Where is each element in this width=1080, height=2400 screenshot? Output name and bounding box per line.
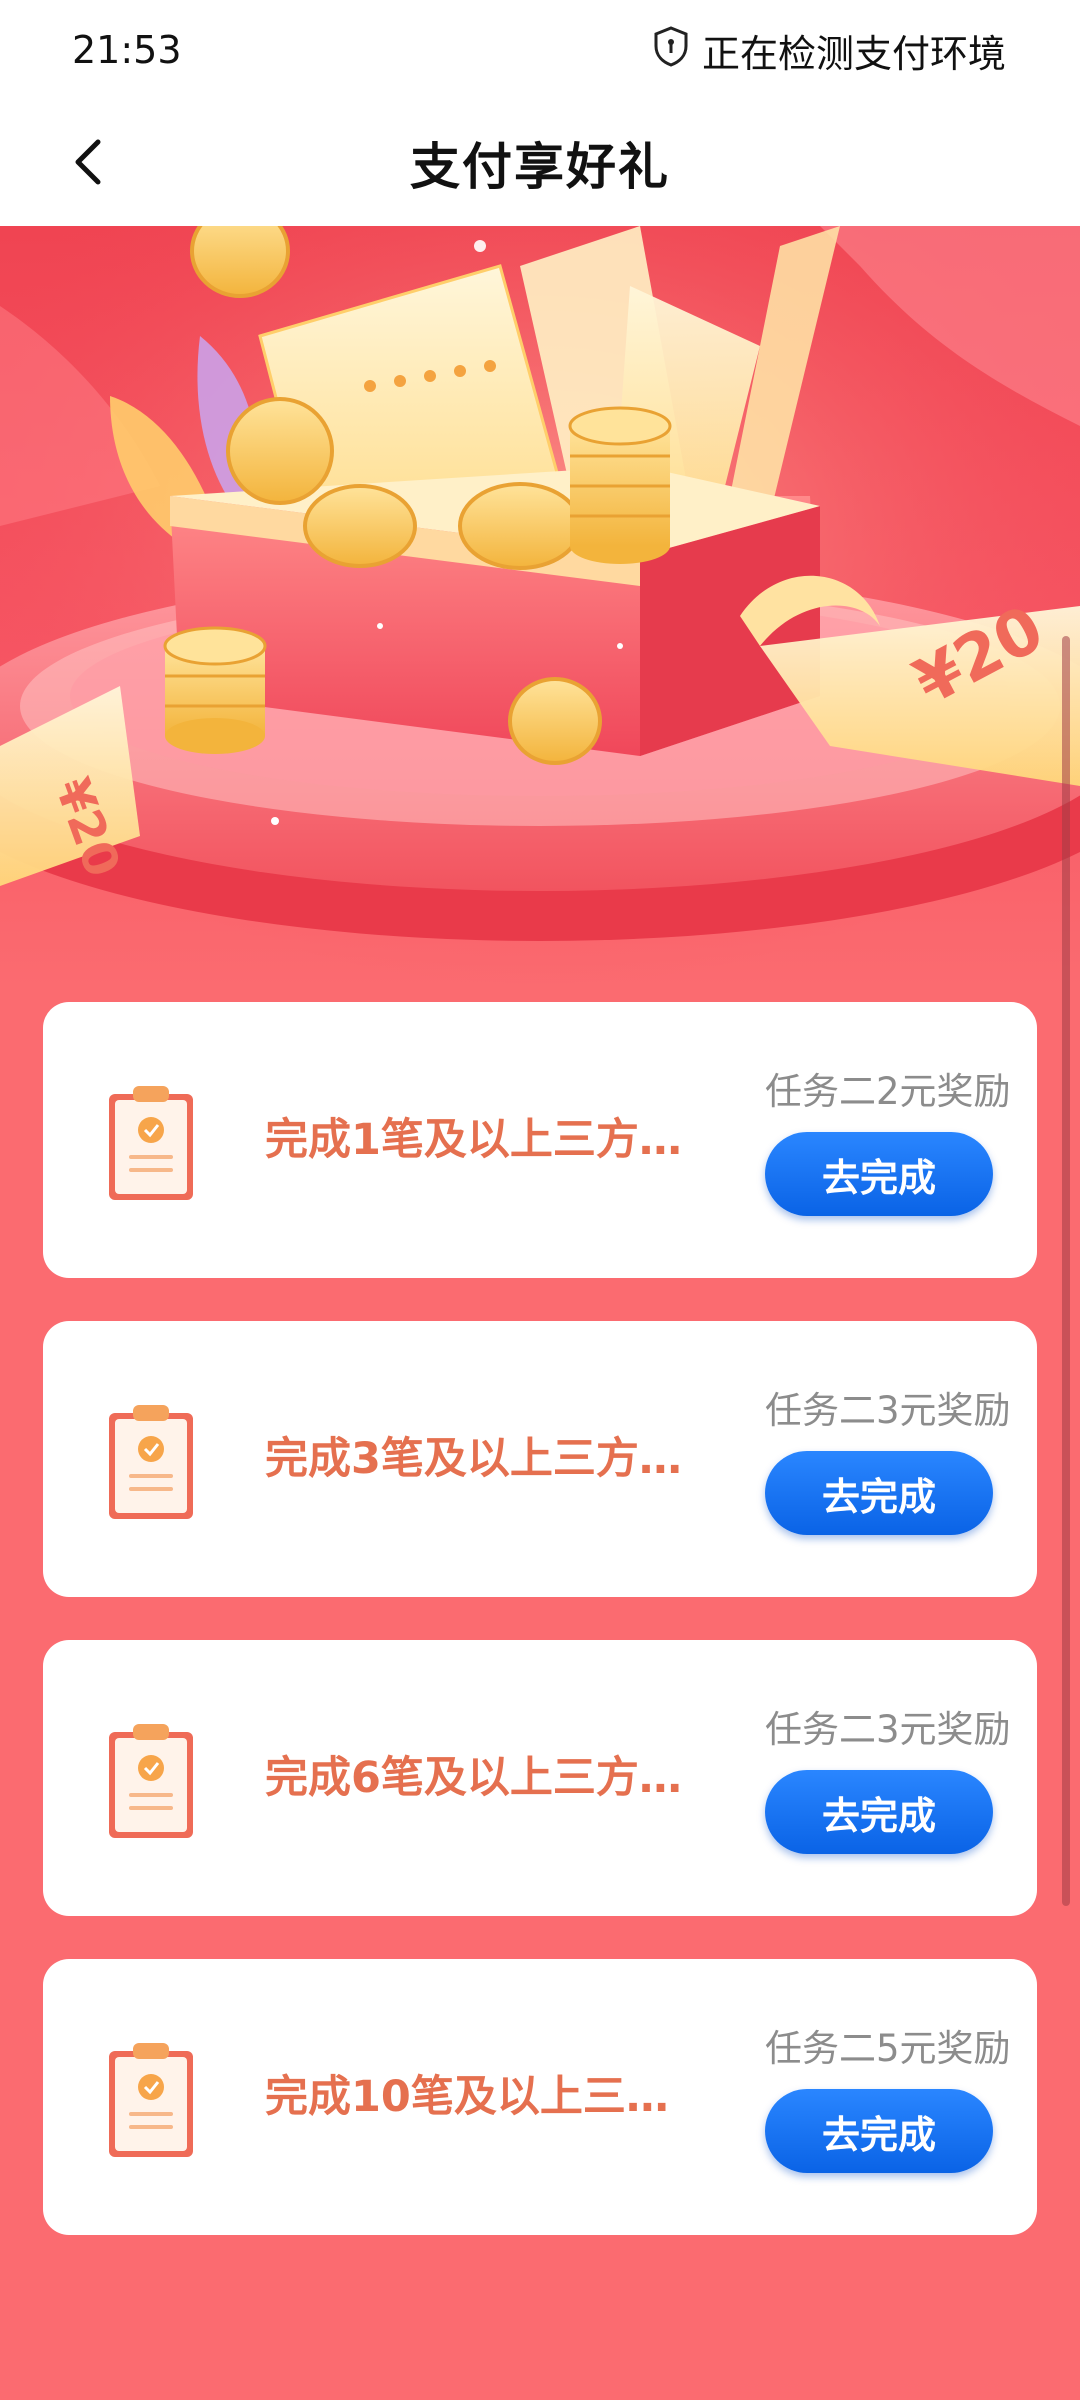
- page-title: 支付享好礼: [410, 138, 670, 196]
- go-complete-button[interactable]: 去完成: [765, 2089, 993, 2173]
- clipboard-check-icon: [103, 1399, 199, 1523]
- clipboard-check-icon: [103, 1718, 199, 1842]
- shield-icon: [652, 25, 690, 76]
- gift-box-illustration: ¥20 ¥20: [0, 226, 1080, 986]
- task-card: 完成10笔及以上三方支付 任务二5元奖励 去完成: [43, 1959, 1037, 2235]
- task-reward: 任务二3元奖励: [765, 1708, 1011, 1751]
- task-title: 完成10笔及以上三方支付: [265, 2072, 707, 2122]
- task-card: 完成3笔及以上三方支付 任务二3元奖励 去完成: [43, 1321, 1037, 1597]
- task-card: 完成6笔及以上三方支付 任务二3元奖励 去完成: [43, 1640, 1037, 1916]
- clipboard-check-icon: [103, 1080, 199, 1204]
- back-button[interactable]: [52, 128, 124, 200]
- status-time: 21:53: [72, 28, 182, 72]
- task-title: 完成1笔及以上三方支付: [265, 1115, 707, 1165]
- go-complete-button[interactable]: 去完成: [765, 1770, 993, 1854]
- chevron-left-icon: [68, 136, 108, 192]
- hero-banner: ¥20 ¥20: [0, 226, 1080, 986]
- task-title: 完成3笔及以上三方支付: [265, 1434, 707, 1484]
- status-bar: 21:53 正在检测支付环境: [0, 0, 1080, 100]
- go-complete-button[interactable]: 去完成: [765, 1451, 993, 1535]
- status-indicator: 正在检测支付环境: [652, 23, 1006, 78]
- task-reward: 任务二3元奖励: [765, 1389, 1011, 1432]
- task-list: 完成1笔及以上三方支付 任务二2元奖励 去完成 完成3笔及以上三方支付 任务二3…: [43, 1002, 1037, 2278]
- coin-stack: [568, 406, 672, 564]
- go-complete-button[interactable]: 去完成: [765, 1132, 993, 1216]
- task-title: 完成6笔及以上三方支付: [265, 1753, 707, 1803]
- status-text: 正在检测支付环境: [701, 31, 1006, 76]
- task-card: 完成1笔及以上三方支付 任务二2元奖励 去完成: [43, 1002, 1037, 1278]
- task-reward: 任务二5元奖励: [765, 2027, 1011, 2070]
- task-reward: 任务二2元奖励: [765, 1070, 1011, 1113]
- clipboard-check-icon: [103, 2037, 199, 2161]
- navigation-bar: 支付享好礼: [0, 100, 1080, 226]
- app-screen: 21:53 正在检测支付环境 支付享好礼 ¥20 ¥20 完成1笔及以上三方支付…: [0, 0, 1080, 2400]
- scrollbar[interactable]: [1062, 636, 1070, 1906]
